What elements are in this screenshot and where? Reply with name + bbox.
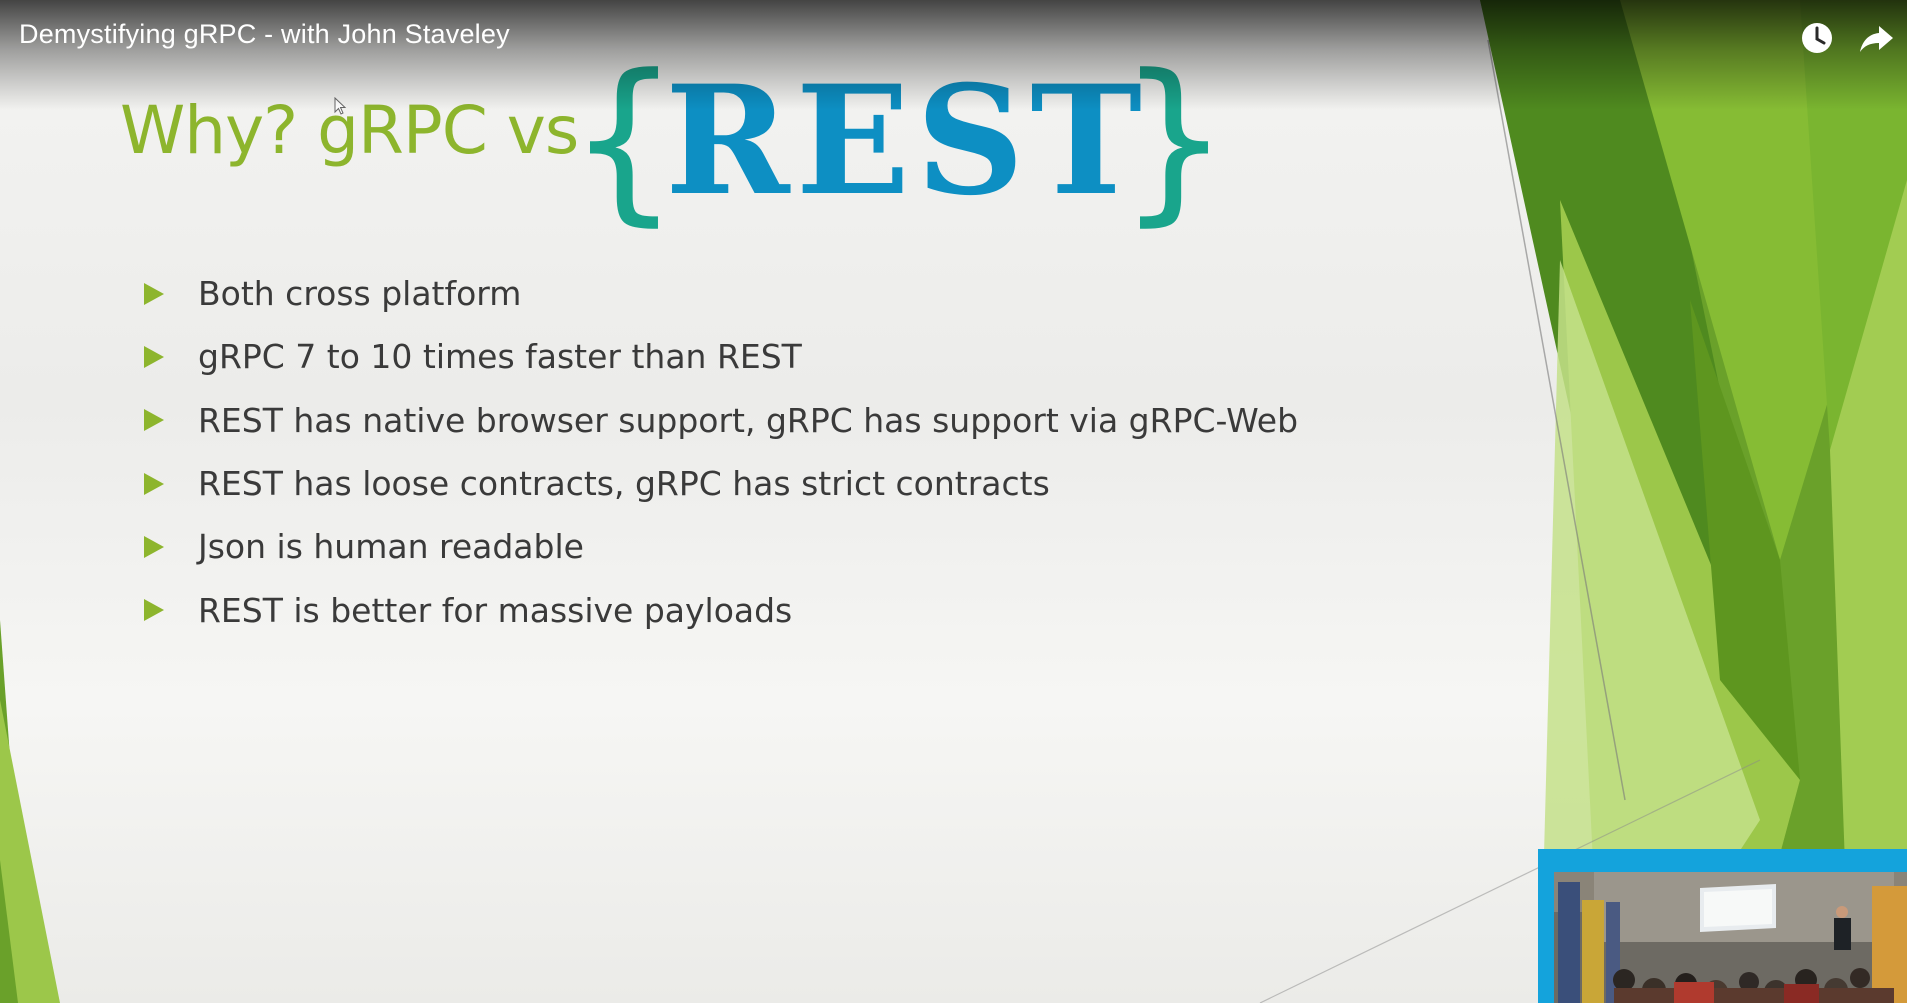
bullet-arrow-icon xyxy=(144,472,164,495)
share-button[interactable] xyxy=(1857,18,1897,58)
player-top-gradient xyxy=(0,0,1907,110)
bullet-item: REST has loose contracts, gRPC has stric… xyxy=(144,452,1298,515)
speaker-camera-feed xyxy=(1554,872,1907,1003)
bullet-arrow-icon xyxy=(144,409,164,432)
video-player[interactable]: Why? gRPC vs { REST } Both cross platfor… xyxy=(0,0,1907,1003)
bullet-arrow-icon xyxy=(144,599,164,622)
bullet-text: REST has loose contracts, gRPC has stric… xyxy=(198,464,1050,504)
bullet-arrow-icon xyxy=(144,282,164,305)
bullet-list: Both cross platform gRPC 7 to 10 times f… xyxy=(144,262,1298,642)
bullet-item: Json is human readable xyxy=(144,515,1298,578)
bullet-arrow-icon xyxy=(144,535,164,558)
bullet-arrow-icon xyxy=(144,345,164,368)
speaker-camera-image xyxy=(1554,872,1907,1003)
bullet-item: Both cross platform xyxy=(144,262,1298,325)
bullet-item: REST has native browser support, gRPC ha… xyxy=(144,389,1298,452)
bullet-text: Json is human readable xyxy=(198,527,584,567)
watch-later-button[interactable] xyxy=(1797,18,1837,58)
bullet-item: gRPC 7 to 10 times faster than REST xyxy=(144,325,1298,388)
bullet-text: REST is better for massive payloads xyxy=(198,590,793,630)
clock-icon xyxy=(1802,23,1832,53)
share-arrow-icon xyxy=(1860,26,1893,52)
bullet-item: REST is better for massive payloads xyxy=(144,578,1298,641)
video-title-link[interactable]: Demystifying gRPC - with John Staveley xyxy=(19,19,510,50)
bullet-text: gRPC 7 to 10 times faster than REST xyxy=(198,337,802,377)
camera-pip-frame xyxy=(1538,849,1907,1003)
bullet-text: Both cross platform xyxy=(198,274,522,314)
bullet-text: REST has native browser support, gRPC ha… xyxy=(198,400,1299,440)
